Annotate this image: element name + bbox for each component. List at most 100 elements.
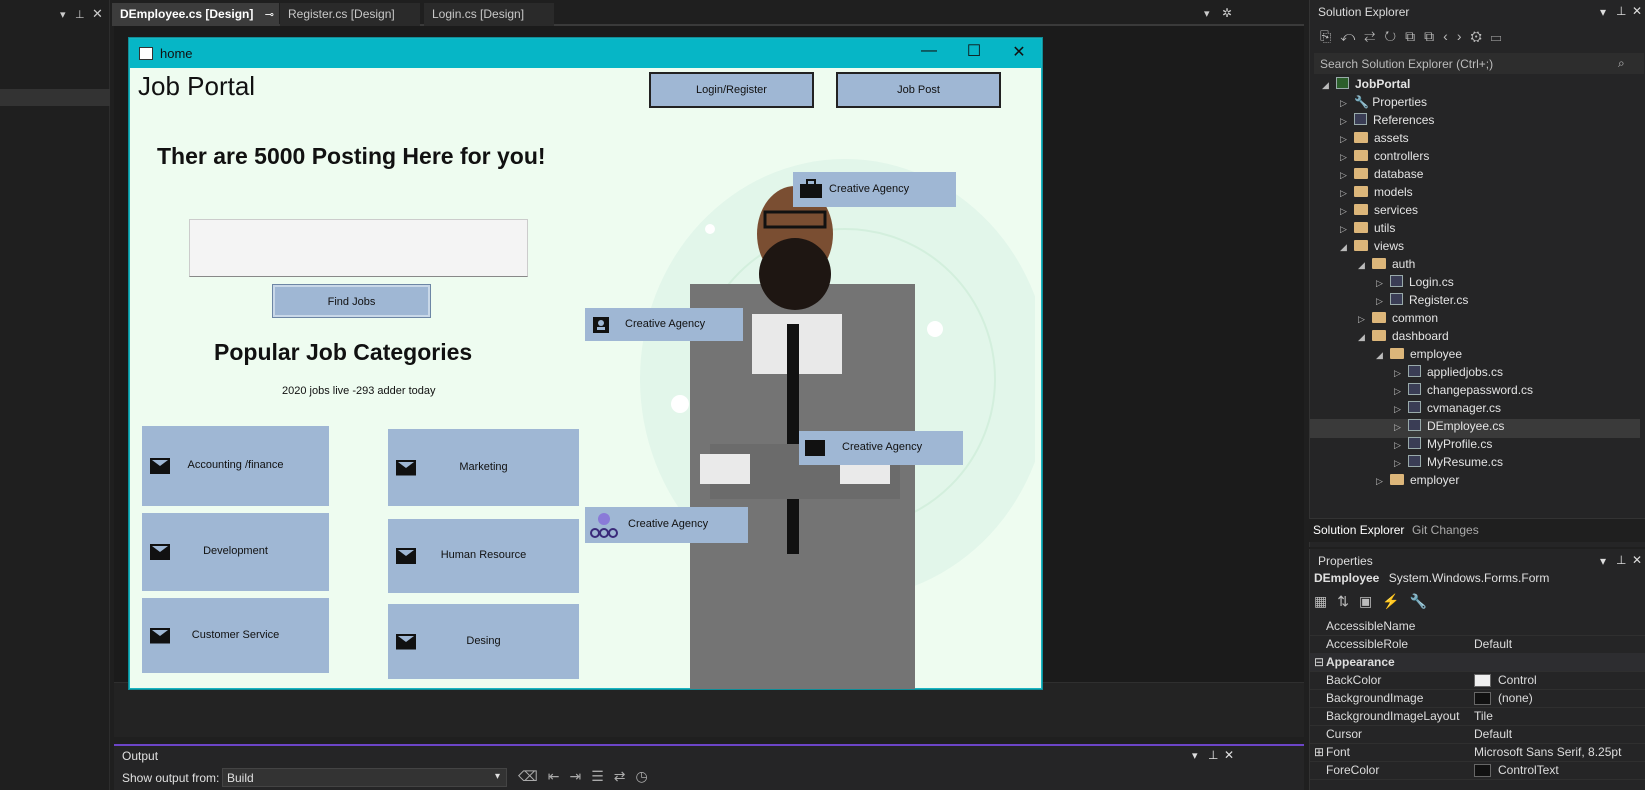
jobs-live-text: 2020 jobs live -293 adder today bbox=[282, 385, 436, 397]
output-toolbar[interactable]: ⌫⇤⇥☰⇄◷ bbox=[518, 768, 658, 785]
output-title: Output bbox=[122, 749, 159, 763]
category-accounting[interactable]: Accounting /finance bbox=[142, 426, 329, 506]
category-human-resource[interactable]: Human Resource bbox=[388, 519, 579, 593]
find-jobs-button[interactable]: Find Jobs bbox=[272, 284, 431, 318]
pin-icon[interactable]: ⊥ bbox=[1208, 748, 1218, 762]
category-desing[interactable]: Desing bbox=[388, 604, 579, 679]
prop-category-appearance[interactable]: ⊟ Appearance bbox=[1310, 653, 1645, 672]
dropdown-icon[interactable]: ▾ bbox=[1600, 5, 1606, 19]
prop-row[interactable]: BackgroundImage (none) bbox=[1310, 689, 1645, 708]
tab-git-changes[interactable]: Git Changes bbox=[1412, 523, 1479, 537]
prop-row[interactable]: BackColor Control bbox=[1310, 671, 1645, 690]
team-icon bbox=[590, 513, 618, 538]
object-type: System.Windows.Forms.Form bbox=[1388, 571, 1550, 585]
tree-item-models[interactable]: ▷ models bbox=[1340, 185, 1413, 204]
prop-row[interactable]: BackgroundImageLayout Tile bbox=[1310, 707, 1645, 726]
tree-item-cvmanager[interactable]: ▷ cvmanager.cs bbox=[1394, 401, 1501, 420]
tree-item-properties[interactable]: ▷ 🔧 Properties bbox=[1340, 95, 1427, 114]
tab-solution-explorer[interactable]: Solution Explorer bbox=[1313, 523, 1404, 537]
tree-item-changepassword[interactable]: ▷ changepassword.cs bbox=[1394, 383, 1533, 402]
dropdown-icon[interactable]: ▾ bbox=[60, 8, 66, 21]
close-icon[interactable]: ✕ bbox=[1004, 42, 1034, 62]
category-customer-service[interactable]: Customer Service bbox=[142, 598, 329, 673]
maximize-icon[interactable]: ☐ bbox=[959, 41, 989, 61]
close-icon[interactable]: ✕ bbox=[92, 6, 103, 22]
login-register-button[interactable]: Login/Register bbox=[649, 72, 814, 108]
solution-search-input[interactable]: Search Solution Explorer (Ctrl+;) ⌕ bbox=[1314, 53, 1644, 74]
collapse-icon[interactable]: ⊟ bbox=[1314, 655, 1324, 669]
search-icon[interactable]: ⌕ bbox=[1618, 56, 1625, 71]
prop-row[interactable]: Cursor Default bbox=[1310, 725, 1645, 744]
pin-icon[interactable]: ⊥ bbox=[1616, 4, 1626, 18]
prop-row[interactable]: AccessibleName bbox=[1310, 617, 1645, 636]
expand-icon[interactable]: ⊞ bbox=[1314, 745, 1324, 759]
tab-label: Login.cs [Design] bbox=[432, 7, 525, 21]
component-tray bbox=[114, 682, 1304, 737]
close-icon[interactable]: ✕ bbox=[1632, 4, 1642, 18]
minimize-icon[interactable]: — bbox=[914, 42, 944, 60]
pin-icon[interactable]: ⊸ bbox=[265, 9, 274, 21]
search-placeholder: Search Solution Explorer (Ctrl+;) bbox=[1320, 57, 1494, 71]
chevron-down-icon: ▾ bbox=[495, 771, 501, 782]
tree-item-employer[interactable]: ▷ employer bbox=[1376, 473, 1459, 492]
creative-agency-tag-4[interactable]: Creative Agency bbox=[585, 507, 748, 543]
tab-overflow-icon[interactable]: ▾ bbox=[1204, 7, 1210, 20]
tree-item-database[interactable]: ▷ database bbox=[1340, 167, 1423, 186]
output-source-value: Build bbox=[227, 771, 254, 785]
pin-icon[interactable]: ⊥ bbox=[75, 8, 85, 21]
document-tab-bar: DEmployee.cs [Design] ⊸ ✕ Register.cs [D… bbox=[112, 0, 1304, 26]
gear-icon[interactable]: ✲ bbox=[1222, 6, 1232, 20]
window-title: home bbox=[160, 46, 193, 61]
solution-explorer-header: Solution Explorer ▾ ⊥ ✕ bbox=[1310, 0, 1645, 22]
pin-icon[interactable]: ⊥ bbox=[1616, 553, 1626, 567]
dropdown-icon[interactable]: ▾ bbox=[1192, 749, 1198, 762]
category-marketing[interactable]: Marketing bbox=[388, 429, 579, 506]
tree-item-jobportal[interactable]: ◢ JobPortal bbox=[1322, 77, 1410, 96]
tree-item-views[interactable]: ◢ views bbox=[1340, 239, 1404, 258]
tree-item-utils[interactable]: ▷ utils bbox=[1340, 221, 1395, 240]
category-label: Human Resource bbox=[440, 549, 527, 561]
category-label: Customer Service bbox=[191, 628, 280, 641]
tree-item-controllers[interactable]: ▷ controllers bbox=[1340, 149, 1429, 168]
solution-explorer-toolbar[interactable]: ⎘↶⇄↻⧉⧉‹›⚙▭ bbox=[1314, 28, 1644, 50]
tree-item-services[interactable]: ▷ services bbox=[1340, 203, 1418, 222]
tree-item-login-cs[interactable]: ▷ Login.cs bbox=[1376, 275, 1454, 294]
search-input[interactable] bbox=[189, 219, 528, 277]
tree-item-demployee[interactable]: ▷ DEmployee.cs bbox=[1310, 419, 1640, 438]
tree-item-register-cs[interactable]: ▷ Register.cs bbox=[1376, 293, 1468, 312]
output-source-select[interactable]: Build ▾ bbox=[222, 768, 507, 787]
prop-row[interactable]: ForeColor ControlText bbox=[1310, 761, 1645, 780]
category-development[interactable]: Development bbox=[142, 513, 329, 591]
creative-agency-tag-1[interactable]: Creative Agency bbox=[793, 172, 956, 207]
tab-login-design[interactable]: Login.cs [Design] bbox=[424, 3, 554, 26]
dropdown-icon[interactable]: ▾ bbox=[1600, 554, 1606, 568]
tag-label: Creative Agency bbox=[625, 317, 706, 330]
tree-item-common[interactable]: ▷ common bbox=[1358, 311, 1438, 330]
prop-row[interactable]: AccessibleRole Default bbox=[1310, 635, 1645, 654]
tree-item-assets[interactable]: ▷ assets bbox=[1340, 131, 1409, 150]
mail-icon bbox=[805, 440, 825, 456]
object-selector[interactable]: DEmployee System.Windows.Forms.Form bbox=[1314, 571, 1644, 589]
creative-agency-tag-3[interactable]: Creative Agency bbox=[799, 431, 963, 465]
form-window-home[interactable]: home — ☐ ✕ Job Portal Login/Register Job… bbox=[129, 38, 1042, 689]
category-label: Marketing bbox=[459, 460, 508, 473]
tree-item-employee[interactable]: ◢ employee bbox=[1376, 347, 1462, 366]
tab-label: DEmployee.cs [Design] bbox=[120, 7, 254, 21]
tab-demployee-design[interactable]: DEmployee.cs [Design] ⊸ ✕ bbox=[112, 3, 295, 26]
job-post-button[interactable]: Job Post bbox=[836, 72, 1001, 108]
prop-row[interactable]: ⊞ Font Microsoft Sans Serif, 8.25pt bbox=[1310, 743, 1645, 762]
close-icon[interactable]: ✕ bbox=[1632, 553, 1642, 567]
close-icon[interactable]: ✕ bbox=[1224, 748, 1234, 762]
properties-toolbar[interactable]: ▦⇅▣⚡🔧 bbox=[1314, 593, 1454, 615]
tree-item-references[interactable]: ▷ References bbox=[1340, 113, 1434, 132]
tree-item-auth[interactable]: ◢ auth bbox=[1358, 257, 1415, 276]
creative-agency-tag-2[interactable]: Creative Agency bbox=[585, 308, 743, 341]
tree-item-appliedjobs[interactable]: ▷ appliedjobs.cs bbox=[1394, 365, 1503, 384]
form-title-bar[interactable]: home — ☐ ✕ bbox=[130, 39, 1041, 68]
category-label: Development bbox=[203, 545, 268, 557]
app-icon bbox=[139, 47, 153, 60]
tree-item-myresume[interactable]: ▷ MyResume.cs bbox=[1394, 455, 1503, 474]
tree-item-dashboard[interactable]: ◢ dashboard bbox=[1358, 329, 1449, 348]
tab-register-design[interactable]: Register.cs [Design] bbox=[280, 3, 420, 26]
tree-item-myprofile[interactable]: ▷ MyProfile.cs bbox=[1394, 437, 1492, 456]
